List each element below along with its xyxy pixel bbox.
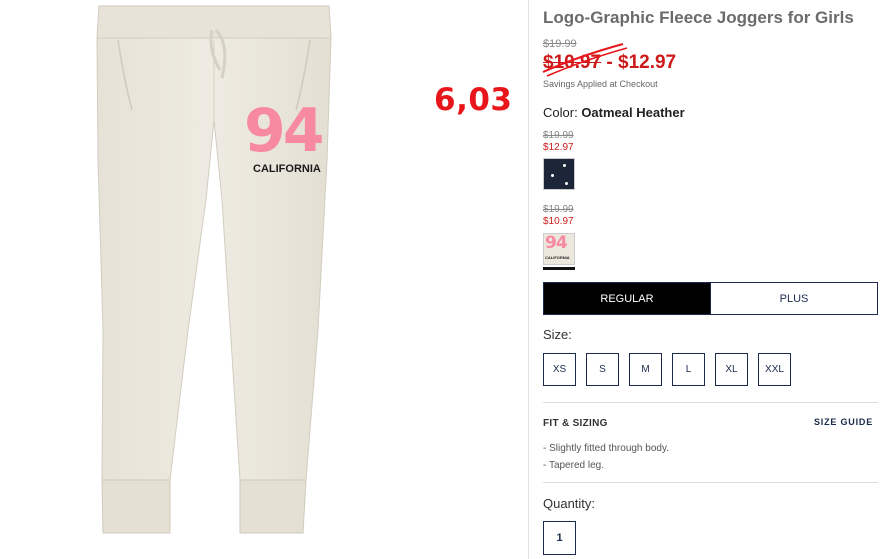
quantity-select[interactable]: 1 [543, 521, 576, 555]
section-divider [543, 402, 878, 403]
swatch-dot [565, 182, 568, 185]
fit-bullet: Slightly fitted through body. [543, 440, 669, 457]
size-xs-button[interactable]: XS [543, 353, 576, 386]
joggers-image [96, 5, 332, 534]
selected-swatch-indicator [543, 267, 575, 270]
column-divider [528, 0, 529, 559]
fit-tabs: REGULAR PLUS [543, 282, 878, 315]
fit-bullet: Tapered leg. [543, 457, 669, 474]
size-label: Size: [543, 327, 572, 342]
savings-note: Savings Applied at Checkout [543, 79, 658, 89]
color-selection: Color: Oatmeal Heather [543, 105, 685, 120]
swatch-navy[interactable] [543, 158, 575, 190]
swatch-graphic-number: 94 [545, 233, 568, 253]
size-s-button[interactable]: S [586, 353, 619, 386]
price-annotation: 6,03 [434, 82, 513, 118]
swatch-graphic-text: CALIFORNIA [545, 255, 570, 260]
swatch-dot [551, 174, 554, 177]
size-xl-button[interactable]: XL [715, 353, 748, 386]
graphic-text: CALIFORNIA [253, 163, 321, 175]
product-details: Logo-Graphic Fleece Joggers for Girls $1… [542, 0, 879, 559]
tab-plus[interactable]: PLUS [710, 283, 877, 314]
swatch-dot [563, 164, 566, 167]
swatch-oatmeal-sale-price: $10.97 [543, 216, 574, 227]
swatch-oatmeal-original-price: $19.99 [543, 204, 574, 215]
graphic-number: 94 [244, 96, 324, 166]
tab-regular[interactable]: REGULAR [544, 283, 710, 314]
swatch-navy-original-price: $19.99 [543, 130, 574, 141]
section-divider [543, 482, 878, 483]
size-xxl-button[interactable]: XXL [758, 353, 791, 386]
swatch-navy-sale-price: $12.97 [543, 142, 574, 153]
price-strike-scribble [542, 43, 628, 77]
product-title: Logo-Graphic Fleece Joggers for Girls [543, 8, 854, 27]
selected-color: Oatmeal Heather [581, 105, 685, 120]
swatch-oatmeal-heather[interactable]: 94 CALIFORNIA [543, 233, 575, 265]
quantity-label: Quantity: [543, 496, 596, 511]
size-l-button[interactable]: L [672, 353, 705, 386]
color-label: Color: [543, 105, 578, 120]
size-options: XS S M L XL XXL [543, 353, 791, 386]
size-m-button[interactable]: M [629, 353, 662, 386]
fit-sizing-heading: FIT & SIZING [543, 418, 608, 429]
size-guide-link[interactable]: SIZE GUIDE [814, 417, 873, 427]
fit-bullets: Slightly fitted through body. Tapered le… [543, 440, 669, 474]
product-image[interactable]: 94 CALIFORNIA [0, 0, 414, 559]
